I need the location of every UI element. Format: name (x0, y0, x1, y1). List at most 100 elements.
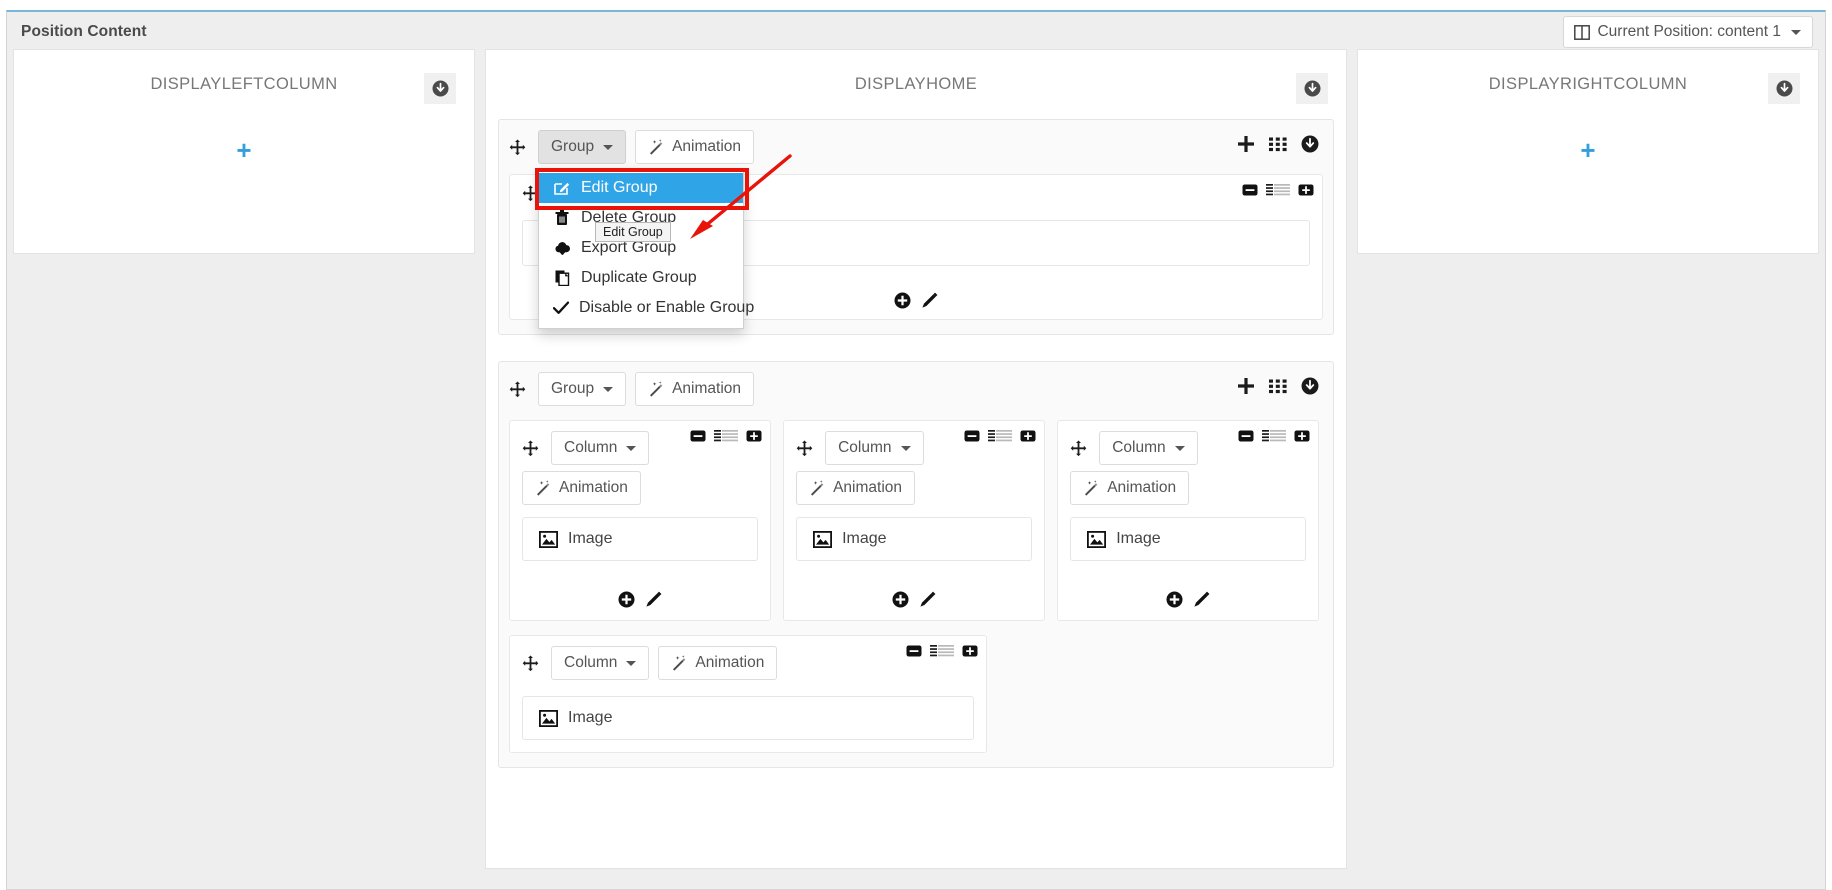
magic-wand-icon (809, 480, 826, 496)
right-zone-wrapper: DISPLAYRIGHTCOLUMN + (1357, 49, 1819, 889)
column-2-2-dropdown-button[interactable]: Column (825, 431, 924, 465)
column-grow-button[interactable] (1020, 429, 1036, 443)
menu-item-disable-enable-group[interactable]: Disable or Enable Group (539, 293, 754, 323)
column-shrink-button[interactable] (690, 429, 706, 443)
group-2-animation-label: Animation (672, 380, 742, 397)
element-image-label: Image (1116, 530, 1161, 547)
column-align-button[interactable] (988, 429, 1013, 443)
column-shrink-button[interactable] (964, 429, 980, 443)
current-position-selector[interactable]: Current Position: content 1 (1563, 16, 1813, 48)
menu-item-label: Duplicate Group (581, 269, 697, 286)
group-1-dropdown-button[interactable]: Group (538, 130, 627, 164)
edit-element-button[interactable] (919, 591, 936, 608)
column-2-1-footer (522, 591, 758, 608)
download-zone-left-button[interactable] (424, 73, 456, 104)
edit-element-button[interactable] (921, 292, 938, 309)
column-2-1-animation-row: Animation (522, 471, 758, 505)
column-grow-button[interactable] (962, 644, 978, 658)
element-image-2-3[interactable]: Image (1070, 517, 1307, 561)
add-element-button[interactable] (892, 591, 909, 608)
element-image-2-4[interactable]: Image (522, 696, 974, 740)
group-1-animation-label: Animation (672, 138, 742, 155)
column-2-3-animation-button[interactable]: Animation (1070, 471, 1190, 505)
download-group-button[interactable] (1301, 135, 1319, 153)
magic-wand-icon (1083, 480, 1100, 496)
group-2-dropdown-button[interactable]: Group (538, 372, 627, 406)
column-align-button[interactable] (1266, 183, 1290, 197)
download-zone-right-button[interactable] (1768, 73, 1800, 104)
menu-item-duplicate-group[interactable]: Duplicate Group (539, 263, 743, 293)
arrow-circle-down-icon (1776, 80, 1793, 97)
edit-element-button[interactable] (1193, 591, 1210, 608)
drag-handle-icon[interactable] (522, 440, 542, 457)
element-image-label: Image (568, 709, 613, 726)
menu-item-label: Edit Group (581, 179, 658, 196)
column-2-4-dropdown-button[interactable]: Column (551, 646, 650, 680)
download-zone-center-button[interactable] (1296, 73, 1328, 104)
group-layout-grid-button[interactable] (1269, 379, 1287, 394)
group-1-toolbar: Group Edit Group Delete Group Export Gro… (509, 130, 1323, 329)
panel-header: Position Content Current Position: conte… (7, 12, 1825, 49)
column-2-1-animation-button[interactable]: Animation (522, 471, 641, 505)
edit-element-button[interactable] (645, 591, 662, 608)
group-layout-grid-button[interactable] (1269, 137, 1287, 152)
drag-handle-icon[interactable] (796, 440, 816, 457)
position-content-panel: Position Content Current Position: conte… (6, 10, 1826, 890)
add-group-element-button[interactable] (1237, 377, 1255, 395)
column-2-4-animation-button[interactable]: Animation (658, 646, 778, 680)
edit-group-tooltip: Edit Group (595, 222, 671, 242)
columns-icon (1574, 24, 1591, 40)
group-2-animation-button[interactable]: Animation (635, 372, 755, 406)
magic-wand-icon (535, 480, 552, 496)
column-align-button[interactable] (1262, 429, 1287, 443)
add-element-button[interactable] (618, 591, 635, 608)
column-shrink-button[interactable] (906, 644, 922, 658)
column-2-4-animation-label: Animation (695, 654, 765, 671)
column-align-button[interactable] (930, 644, 954, 658)
caret-down-icon (626, 445, 637, 451)
element-image-2-2[interactable]: Image (796, 517, 1033, 561)
page-title: Position Content (21, 23, 147, 40)
add-to-right-zone-button[interactable]: + (1358, 137, 1818, 163)
column-grow-button[interactable] (1294, 429, 1310, 443)
column-block-2-4: Column Animation Image (509, 635, 987, 753)
arrow-circle-down-icon (1304, 80, 1321, 97)
column-2-2-animation-button[interactable]: Animation (796, 471, 916, 505)
column-2-1-dropdown-button[interactable]: Column (551, 431, 650, 465)
column-block-2-1: Column Animation Image (509, 420, 772, 621)
add-element-button[interactable] (1166, 591, 1183, 608)
check-icon (553, 301, 569, 315)
group-1-animation-button[interactable]: Animation (635, 130, 755, 164)
magic-wand-icon (671, 655, 688, 671)
download-group-button[interactable] (1301, 377, 1319, 395)
column-2-3-dropdown-button[interactable]: Column (1099, 431, 1198, 465)
add-to-left-zone-button[interactable]: + (14, 137, 474, 163)
element-image-label: Image (842, 530, 887, 547)
drag-handle-icon[interactable] (522, 655, 542, 672)
group-2-toolbar: Group Animation (509, 372, 1323, 406)
column-block-2-3: Column Animation Image (1057, 420, 1320, 621)
zone-displayhome: DISPLAYHOME Group Edit Group Delete Grou… (485, 49, 1347, 869)
column-grow-button[interactable] (746, 429, 762, 443)
column-grow-button[interactable] (1298, 183, 1314, 197)
image-icon (813, 530, 833, 548)
menu-item-edit-group[interactable]: Edit Group (539, 173, 743, 203)
group-2-columns-row-2: Column Animation Image (509, 635, 1323, 753)
column-shrink-button[interactable] (1238, 429, 1254, 443)
column-block-2-2: Column Animation Image (783, 420, 1046, 621)
element-image-2-1[interactable]: Image (522, 517, 759, 561)
drag-handle-icon[interactable] (1070, 440, 1090, 457)
column-2-3-tools (1238, 429, 1310, 443)
group-2-columns-row-1: Column Animation Image Column Animation … (509, 420, 1323, 621)
add-element-button[interactable] (894, 292, 911, 309)
column-align-button[interactable] (714, 429, 739, 443)
zone-displayrightcolumn: DISPLAYRIGHTCOLUMN + (1357, 49, 1819, 254)
drag-handle-icon[interactable] (509, 139, 529, 156)
caret-down-icon (603, 144, 614, 150)
zones-container: DISPLAYLEFTCOLUMN + DISPLAYHOME Group Ed… (7, 49, 1825, 889)
column-2-2-animation-row: Animation (796, 471, 1032, 505)
column-shrink-button[interactable] (1242, 183, 1258, 197)
add-group-element-button[interactable] (1237, 135, 1255, 153)
drag-handle-icon[interactable] (509, 381, 529, 398)
group-1-tools (1237, 135, 1319, 153)
